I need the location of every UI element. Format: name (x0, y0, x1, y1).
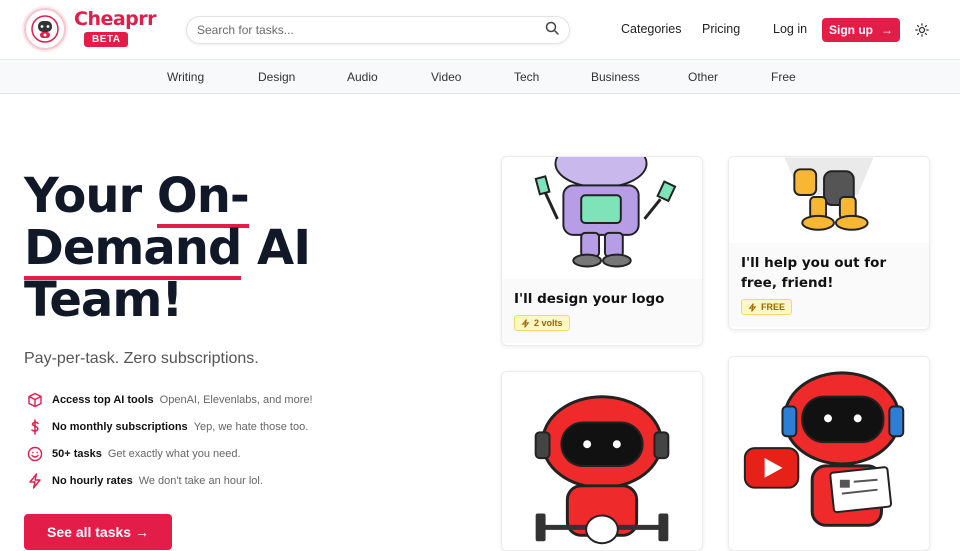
search-icon[interactable] (545, 21, 559, 40)
price-label: 2 volts (534, 318, 563, 328)
feature-list: Access top AI tools OpenAI, Elevenlabs, a… (26, 386, 313, 494)
card-image-red-robot-youtube (729, 357, 929, 550)
lightning-icon (748, 302, 757, 312)
search-input[interactable] (197, 23, 545, 37)
price-chip: 2 volts (514, 315, 570, 331)
card-title: I'll design your logo (514, 291, 665, 307)
category-audio[interactable]: Audio (347, 70, 378, 84)
signup-button[interactable]: Sign up → (822, 18, 900, 42)
task-card[interactable] (501, 371, 703, 551)
hero-title-part: Team! (24, 272, 183, 328)
price-chip: FREE (741, 299, 793, 315)
task-card[interactable]: I'll design your logo 2 volts (501, 156, 703, 346)
feature-item: No hourly rates We don't take an hour lol… (26, 467, 313, 494)
see-all-tasks-button[interactable]: See all tasks → (24, 514, 172, 550)
lightning-icon (521, 318, 530, 328)
task-card[interactable] (728, 356, 930, 551)
lightning-icon (26, 472, 44, 490)
feature-desc: Get exactly what you need. (107, 447, 241, 460)
feature-title: No monthly subscriptions (52, 420, 188, 433)
category-bar: Writing Design Audio Video Tech Business… (0, 61, 960, 94)
feature-desc: OpenAI, Elevenlabs, and more! (159, 393, 313, 406)
hero-subtitle: Pay-per-task. Zero subscriptions. (24, 350, 259, 367)
hero-title-part: Your (24, 168, 157, 224)
category-other[interactable]: Other (688, 70, 718, 84)
category-tech[interactable]: Tech (514, 70, 539, 84)
hero-title: Your On- Demand AI Team! (24, 168, 311, 328)
task-card[interactable]: I'll help you out for free, friend! FREE (728, 156, 930, 330)
search-bar (186, 16, 570, 44)
hero-title-part: AI (241, 220, 311, 276)
arrow-right-icon: → (881, 23, 893, 37)
nav-categories-link[interactable]: Categories (621, 22, 681, 36)
feature-desc: We don't take an hour lol. (138, 474, 263, 487)
nav-pricing-link[interactable]: Pricing (702, 22, 740, 36)
brand: Cheaprr BETA (74, 8, 157, 47)
card-body: I'll help you out for free, friend! FREE (729, 243, 929, 327)
card-body: I'll design your logo 2 volts (502, 279, 702, 343)
card-image-red-robot-fitness (502, 372, 702, 550)
price-label: FREE (761, 302, 786, 312)
dollar-icon (26, 418, 44, 436)
category-business[interactable]: Business (591, 70, 640, 84)
hero-title-highlight: On- (156, 168, 250, 228)
feature-item: No monthly subscriptions Yep, we hate tho… (26, 413, 313, 440)
category-video[interactable]: Video (431, 70, 461, 84)
feature-desc: Yep, we hate those too. (193, 420, 309, 433)
card-image-yellow-robot (729, 157, 929, 243)
signup-label: Sign up (829, 23, 873, 37)
card-image-purple-robot (502, 157, 702, 279)
feature-item: 50+ tasks Get exactly what you need. (26, 440, 313, 467)
beta-badge: BETA (84, 32, 129, 47)
feature-title: Access top AI tools (52, 393, 154, 406)
feature-title: No hourly rates (52, 474, 133, 487)
category-design[interactable]: Design (258, 70, 295, 84)
logo-link[interactable]: Cheaprr BETA (24, 8, 157, 50)
box-icon (26, 391, 44, 409)
login-link[interactable]: Log in (773, 22, 807, 36)
card-title: I'll help you out for free, friend! (741, 255, 887, 291)
brand-name: Cheaprr (74, 8, 157, 30)
category-writing[interactable]: Writing (167, 70, 204, 84)
feature-item: Access top AI tools OpenAI, Elevenlabs, a… (26, 386, 313, 413)
robot-logo-icon (24, 8, 66, 50)
top-navbar: Cheaprr BETA Categories Pricing Log in S… (0, 0, 960, 60)
sun-icon[interactable] (915, 23, 929, 37)
feature-title: 50+ tasks (52, 447, 102, 460)
smile-icon (26, 445, 44, 463)
category-free[interactable]: Free (771, 70, 796, 84)
hero-title-highlight: Demand (24, 220, 242, 280)
